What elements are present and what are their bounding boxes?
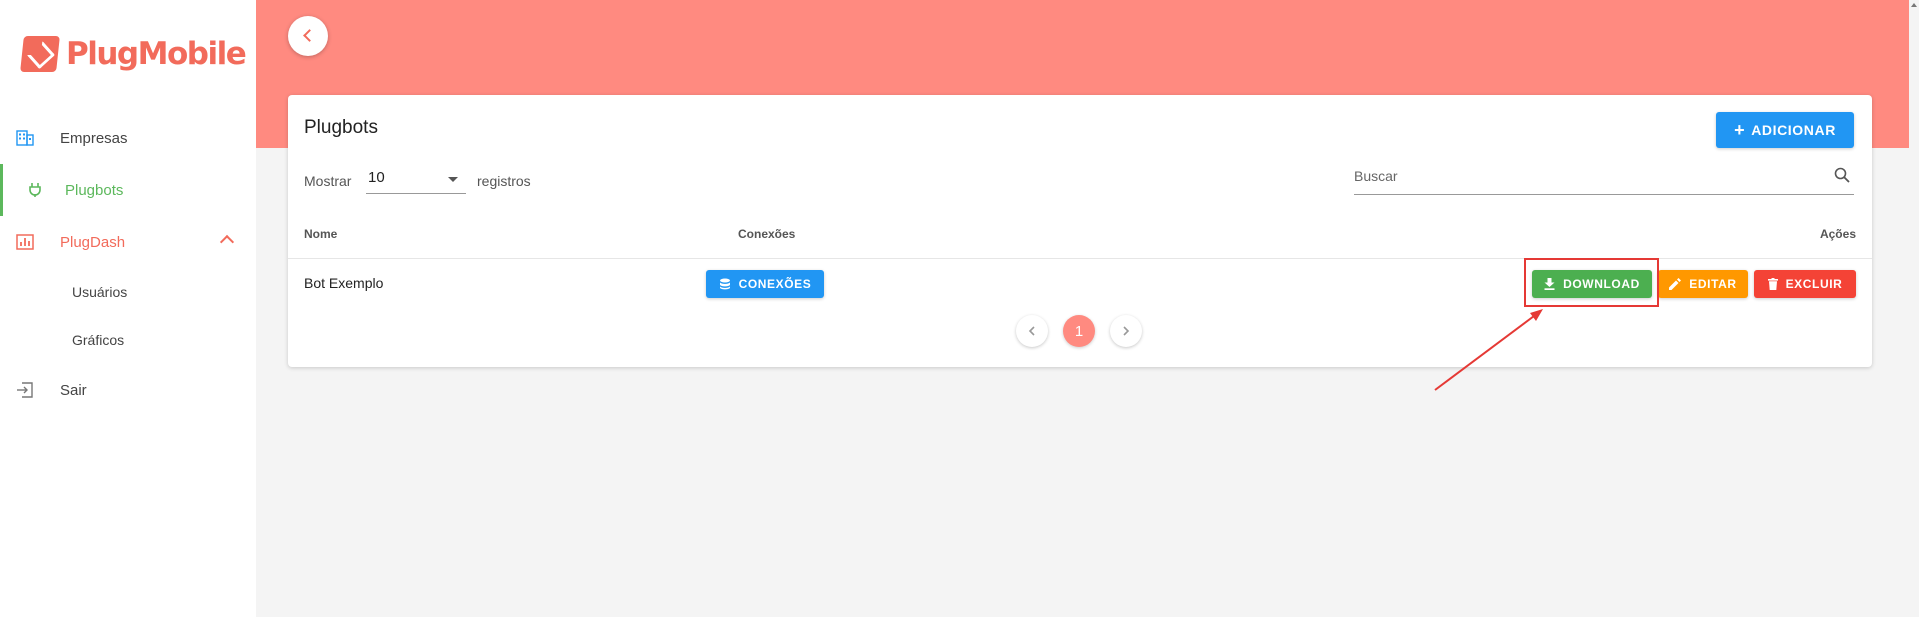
sidebar-item-label: PlugDash: [60, 233, 126, 251]
page-title: Plugbots: [304, 117, 378, 138]
plugbots-card: Plugbots + ADICIONAR Mostrar 10 registro…: [288, 95, 1872, 367]
edit-button-label: EDITAR: [1689, 277, 1737, 291]
plug-logo-icon: [20, 36, 60, 72]
sidebar-subitem-graficos[interactable]: Gráficos: [0, 316, 256, 364]
column-header-nome[interactable]: Nome: [304, 227, 337, 241]
scroll-up-icon[interactable]: [1911, 3, 1917, 7]
sidebar-item-label: Sair: [60, 381, 87, 399]
page-button-current[interactable]: 1: [1063, 315, 1095, 347]
search-input[interactable]: Buscar: [1354, 165, 1854, 195]
sidebar: PlugMobile Empresas Plugbots PlugDash Us…: [0, 0, 256, 617]
page-size-value: 10: [368, 169, 385, 186]
brand-name: PlugMobile: [66, 36, 247, 72]
page-size-select[interactable]: 10: [366, 169, 466, 194]
search-icon[interactable]: [1834, 167, 1850, 183]
delete-button-label: EXCLUIR: [1785, 277, 1843, 291]
column-header-acoes: Ações: [1819, 227, 1856, 241]
sidebar-item-label: Plugbots: [65, 181, 124, 199]
download-button[interactable]: DOWNLOAD: [1532, 270, 1652, 298]
trash-icon: [1767, 278, 1778, 290]
brand-logo[interactable]: PlugMobile: [20, 34, 247, 74]
back-button[interactable]: [288, 16, 328, 56]
chevron-left-icon: [1028, 326, 1035, 336]
annotation-arrow: [1434, 309, 1543, 391]
edit-button[interactable]: EDITAR: [1658, 270, 1748, 298]
caret-down-icon: [448, 177, 458, 182]
chevron-right-icon: [1123, 326, 1130, 336]
add-button[interactable]: + ADICIONAR: [1716, 112, 1854, 148]
row-name: Bot Exemplo: [304, 275, 384, 291]
column-header-conexoes[interactable]: Conexões: [738, 227, 795, 241]
delete-button[interactable]: EXCLUIR: [1754, 270, 1856, 298]
chevron-up-icon[interactable]: [219, 234, 235, 250]
sidebar-item-plugdash[interactable]: PlugDash: [0, 216, 256, 268]
chart-icon: [16, 234, 34, 250]
show-label: Mostrar: [304, 173, 352, 189]
database-icon: [719, 278, 730, 290]
records-label: registros: [477, 173, 531, 189]
search-placeholder: Buscar: [1354, 168, 1398, 184]
sidebar-item-empresas[interactable]: Empresas: [0, 112, 256, 164]
next-page-button[interactable]: [1110, 315, 1142, 347]
plus-icon: +: [1734, 120, 1746, 140]
add-button-label: ADICIONAR: [1751, 122, 1836, 138]
building-icon: [16, 130, 34, 146]
connections-button-label: CONEXÕES: [738, 277, 812, 291]
connections-button[interactable]: CONEXÕES: [706, 270, 824, 298]
prev-page-button[interactable]: [1016, 315, 1048, 347]
plug-icon: [29, 183, 41, 197]
pencil-icon: [1669, 278, 1682, 290]
sidebar-nav: Empresas Plugbots PlugDash Usuários Gráf…: [0, 112, 256, 416]
sidebar-item-label: Empresas: [60, 129, 128, 147]
sidebar-item-plugbots[interactable]: Plugbots: [0, 164, 256, 216]
download-button-label: DOWNLOAD: [1563, 277, 1640, 291]
sidebar-subitem-usuarios[interactable]: Usuários: [0, 268, 256, 316]
sidebar-item-sair[interactable]: Sair: [0, 364, 256, 416]
table-divider: [288, 258, 1872, 259]
scrollbar[interactable]: [1909, 0, 1919, 617]
logout-icon: [17, 382, 33, 398]
download-icon: [1544, 278, 1555, 290]
